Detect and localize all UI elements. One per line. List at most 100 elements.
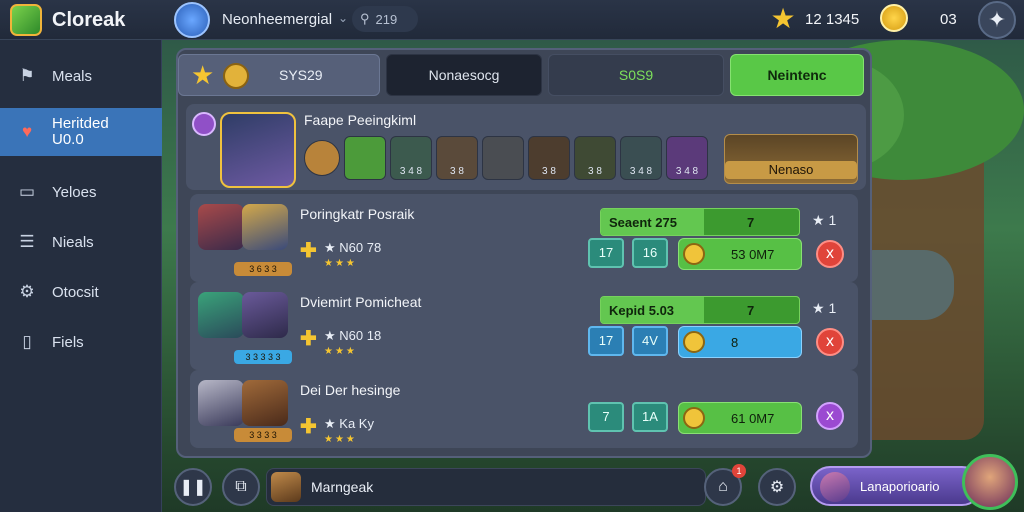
search-field[interactable]: ⚲ 219 bbox=[352, 6, 418, 32]
plus-icon[interactable]: ✚ bbox=[300, 238, 317, 263]
rank-badge-icon bbox=[192, 112, 216, 136]
equipment-slot[interactable]: 3 4 8 bbox=[666, 136, 708, 180]
tab-sys[interactable]: ★ SYS29 bbox=[178, 54, 380, 96]
progress-label: Kepid 5.03 bbox=[609, 303, 675, 318]
power-pill[interactable]: 8 bbox=[678, 326, 802, 358]
stat-box[interactable]: 4V bbox=[632, 326, 668, 356]
profile-button[interactable]: Lanaporioario bbox=[810, 466, 982, 506]
row-title: Dei Der hesinge bbox=[300, 382, 401, 398]
hero-card: Faape Peeingkiml 3 4 8 3 8 3 8 3 8 3 4 8… bbox=[186, 104, 866, 190]
rank-number: 1 bbox=[828, 212, 837, 228]
hero-portrait[interactable] bbox=[220, 112, 296, 188]
shield-icon bbox=[683, 407, 705, 429]
tab-neintenc[interactable]: Neintenc bbox=[730, 54, 864, 96]
hero-avatar[interactable] bbox=[962, 454, 1018, 510]
search-value: 219 bbox=[375, 11, 398, 27]
sidebar-item-label: Yeloes bbox=[52, 183, 97, 201]
level-strip: 3 3 3 3 3 bbox=[234, 350, 292, 364]
tab-s0s9[interactable]: S0S9 bbox=[548, 54, 724, 96]
shield-icon bbox=[683, 243, 705, 265]
sidebar-item-nieals[interactable]: ☰ Nieals bbox=[0, 218, 162, 266]
equipment-slot[interactable] bbox=[482, 136, 524, 180]
hero-portrait bbox=[198, 380, 244, 426]
favorites-button[interactable]: ✦ bbox=[978, 1, 1016, 39]
equip-button[interactable]: Nenaso bbox=[724, 134, 858, 184]
flag-icon: ⚑ bbox=[19, 66, 35, 85]
top-bar: Cloreak Neonheemergial ⌄ ⚲ 219 ★ 12 1345… bbox=[0, 0, 1024, 40]
stat-box[interactable]: 16 bbox=[632, 238, 668, 268]
guild-name: Marngeak bbox=[311, 479, 374, 495]
stat-box[interactable]: 17 bbox=[588, 326, 624, 356]
sidebar-item-label: Heritded U0.0 bbox=[52, 115, 109, 148]
app-logo bbox=[10, 4, 42, 36]
equipment-slot[interactable]: 3 8 bbox=[528, 136, 570, 180]
close-button[interactable]: x bbox=[816, 402, 844, 430]
hero-portrait bbox=[242, 380, 288, 426]
sidebar-item-yeloes[interactable]: ▭ Yeloes bbox=[0, 168, 162, 216]
stars-count: 12 1345 bbox=[805, 11, 860, 28]
chevron-down-icon[interactable]: ⌄ bbox=[338, 11, 348, 25]
tab-bar: ★ SYS29 Nonaesocg S0S9 Neintenc bbox=[178, 54, 868, 96]
coin-icon bbox=[880, 4, 908, 32]
star-icon: ★ bbox=[191, 60, 215, 90]
sidebar-item-heritded[interactable]: ♥ Heritded U0.0 bbox=[0, 108, 162, 156]
share-button[interactable]: ⧉ bbox=[222, 468, 260, 506]
list-item[interactable]: 3 3 3 3 3 Dviemirt Pomicheat ✚ ★ N60 18 … bbox=[190, 282, 858, 370]
guild-banner[interactable]: Marngeak bbox=[266, 468, 706, 506]
power-value: 61 0M7 bbox=[731, 411, 775, 426]
close-button[interactable]: x bbox=[816, 328, 844, 356]
hero-name: Faape Peeingkiml bbox=[304, 112, 417, 128]
power-pill[interactable]: 53 0M7 bbox=[678, 238, 802, 270]
list-item[interactable]: 3 3 3 3 Dei Der hesinge ✚ ★ Ka Ky ★★★ 7 … bbox=[190, 370, 858, 448]
sidebar-item-otocsit[interactable]: ⚙ Otocsit bbox=[0, 268, 162, 316]
player-name: Neonheemergial bbox=[222, 11, 333, 28]
row-stat: ★ N60 18 bbox=[324, 328, 382, 343]
level-strip: 3 3 3 3 bbox=[234, 428, 292, 442]
chat-icon: ▭ bbox=[18, 182, 36, 201]
row-stat: ★ Ka Ky bbox=[324, 416, 374, 431]
equipment-slot[interactable] bbox=[304, 140, 340, 176]
equipment-slot[interactable]: 3 4 8 bbox=[390, 136, 432, 180]
stat-box[interactable]: 1A bbox=[632, 402, 668, 432]
sidebar-item-fiels[interactable]: ▯ Fiels bbox=[0, 318, 162, 366]
equipment-slot[interactable]: 3 8 bbox=[574, 136, 616, 180]
row-stat-value: N60 18 bbox=[339, 328, 382, 343]
equipment-slot[interactable] bbox=[344, 136, 386, 180]
slot-count: 3 8 bbox=[542, 166, 556, 177]
equipment-slot[interactable]: 3 8 bbox=[436, 136, 478, 180]
rating-stars: ★★★ bbox=[324, 434, 357, 445]
slot-count: 3 8 bbox=[450, 166, 464, 177]
stat-box[interactable]: 17 bbox=[588, 238, 624, 268]
pause-button[interactable]: ❚❚ bbox=[174, 468, 212, 506]
equip-button-label: Nenaso bbox=[725, 161, 857, 179]
sidebar-item-meals[interactable]: ⚑ Meals bbox=[0, 52, 162, 100]
level-strip: 3 6 3 3 bbox=[234, 262, 292, 276]
hero-portrait bbox=[198, 292, 244, 338]
plus-icon[interactable]: ✚ bbox=[300, 414, 317, 439]
row-title: Poringkatr Posraik bbox=[300, 206, 415, 222]
plus-icon[interactable]: ✚ bbox=[300, 326, 317, 351]
row-stat-value: N60 78 bbox=[339, 240, 382, 255]
gear-icon: ⚙ bbox=[19, 282, 35, 301]
player-avatar[interactable] bbox=[174, 2, 210, 38]
tab-nonaesocg[interactable]: Nonaesocg bbox=[386, 54, 542, 96]
bottom-bar: ❚❚ ⧉ Marngeak ⌂ 1 ⚙ Lanaporioario bbox=[162, 454, 1024, 512]
list-item[interactable]: 3 6 3 3 Poringkatr Posraik ✚ ★ N60 78 ★★… bbox=[190, 194, 858, 282]
game-screen: Cloreak Neonheemergial ⌄ ⚲ 219 ★ 12 1345… bbox=[0, 0, 1024, 512]
settings-button[interactable]: ⚙ bbox=[758, 468, 796, 506]
progress-label: Seaent 275 bbox=[609, 215, 677, 230]
notification-badge: 1 bbox=[732, 464, 746, 478]
document-icon: ▯ bbox=[22, 332, 32, 351]
stat-box[interactable]: 7 bbox=[588, 402, 624, 432]
slot-count: 3 4 8 bbox=[629, 166, 653, 177]
close-button[interactable]: x bbox=[816, 240, 844, 268]
guild-icon bbox=[271, 472, 301, 502]
power-pill[interactable]: 61 0M7 bbox=[678, 402, 802, 434]
rank-value: ★ 1 bbox=[812, 300, 837, 316]
hero-portrait bbox=[198, 204, 244, 250]
progress-bar: Kepid 5.03 7 bbox=[600, 296, 800, 324]
brand-title: Cloreak bbox=[52, 9, 126, 31]
rank-value: ★ 1 bbox=[812, 212, 837, 228]
equipment-slot[interactable]: 3 4 8 bbox=[620, 136, 662, 180]
row-stat: ★ N60 78 bbox=[324, 240, 382, 255]
